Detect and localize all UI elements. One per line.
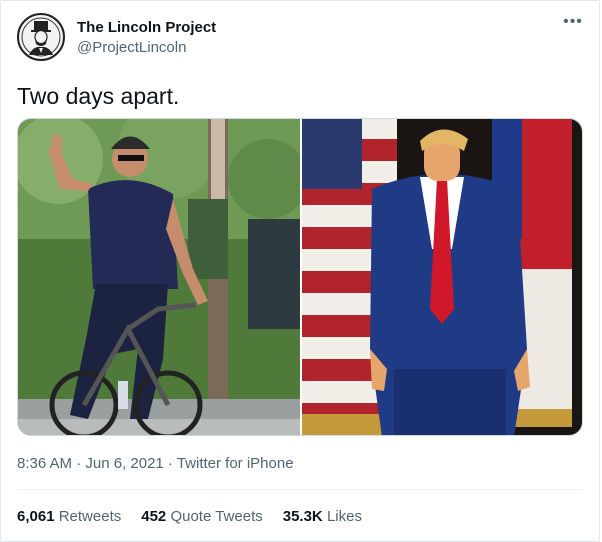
tweet-header: The Lincoln Project @ProjectLincoln ••• (17, 13, 585, 63)
retweets-stat[interactable]: 6,061 Retweets (17, 507, 121, 527)
quotes-stat[interactable]: 452 Quote Tweets (141, 507, 262, 527)
quotes-label: Quote Tweets (170, 508, 263, 525)
media-grid (17, 118, 583, 436)
tweet-text: Two days apart. (17, 83, 180, 109)
speaker-photo (302, 119, 582, 435)
likes-stat[interactable]: 35.3K Likes (283, 507, 362, 527)
tweet-stats: 6,061 Retweets 452 Quote Tweets 35.3K Li… (17, 507, 362, 527)
divider (17, 489, 583, 490)
cyclist-photo (18, 119, 300, 435)
avatar[interactable] (17, 13, 65, 61)
tweet-meta: 8:36 AM · Jun 6, 2021 · Twitter for iPho… (17, 454, 294, 474)
photo-left[interactable] (18, 119, 300, 435)
tweet-source[interactable]: Twitter for iPhone (177, 455, 294, 472)
likes-label: Likes (326, 508, 362, 525)
tweet-timestamp[interactable]: 8:36 AM · Jun 6, 2021 · (17, 455, 177, 472)
lincoln-portrait-icon (21, 17, 61, 57)
quotes-count: 452 (141, 508, 167, 525)
retweets-count: 6,061 (17, 508, 55, 525)
retweets-label: Retweets (58, 508, 122, 525)
more-dots-icon[interactable]: ••• (561, 14, 585, 35)
display-name[interactable]: The Lincoln Project (77, 18, 216, 38)
photo-right[interactable] (302, 119, 582, 435)
tweet-card: The Lincoln Project @ProjectLincoln ••• … (0, 0, 600, 542)
likes-count: 35.3K (282, 508, 323, 525)
user-handle[interactable]: @ProjectLincoln (77, 38, 216, 58)
